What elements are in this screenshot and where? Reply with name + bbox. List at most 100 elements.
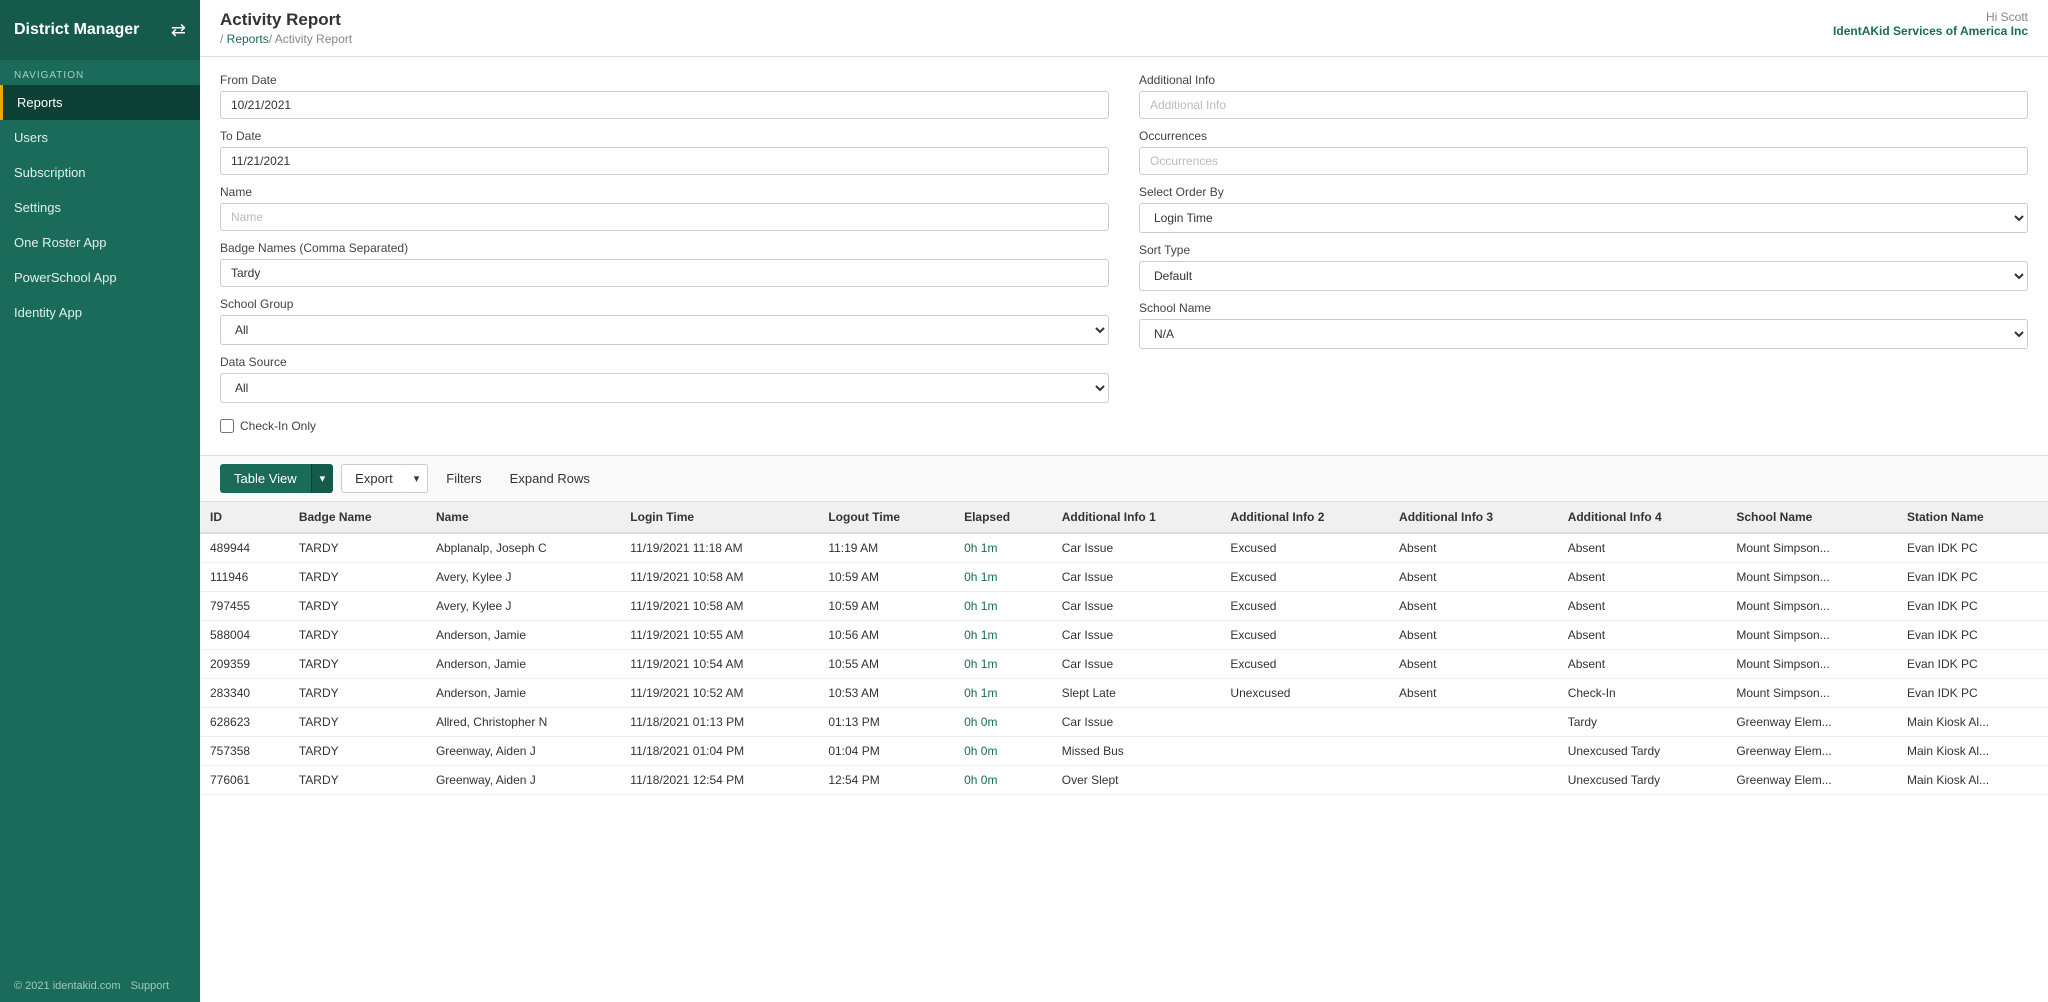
table-cell: 10:55 AM — [818, 650, 954, 679]
toolbar: Table View ▾ Export ▾ Filters Expand Row… — [200, 456, 2048, 502]
sidebar-item-settings[interactable]: Settings — [0, 190, 200, 225]
table-view-dropdown-button[interactable]: ▾ — [311, 464, 334, 493]
table-row[interactable]: 283340TARDYAnderson, Jamie11/19/2021 10:… — [200, 679, 2048, 708]
additional-info-input[interactable] — [1139, 91, 2028, 119]
filter-right-col: Additional Info Occurrences Select Order… — [1139, 73, 2028, 439]
table-row[interactable]: 588004TARDYAnderson, Jamie11/19/2021 10:… — [200, 621, 2048, 650]
table-cell: Excused — [1220, 533, 1389, 563]
table-cell: 0h 1m — [954, 563, 1052, 592]
table-cell: Excused — [1220, 621, 1389, 650]
table-cell: Evan IDK PC — [1897, 621, 2048, 650]
sidebar-toggle-icon[interactable]: ⇄ — [171, 20, 186, 41]
sidebar-item-one-roster-app[interactable]: One Roster App — [0, 225, 200, 260]
table-cell: 11/18/2021 12:54 PM — [620, 766, 818, 795]
table-cell: Car Issue — [1052, 533, 1221, 563]
table-cell: TARDY — [289, 621, 426, 650]
expand-rows-button[interactable]: Expand Rows — [500, 465, 600, 492]
sidebar-item-users[interactable]: Users — [0, 120, 200, 155]
school-name-label: School Name — [1139, 301, 2028, 315]
table-cell — [1220, 737, 1389, 766]
table-row[interactable]: 489944TARDYAbplanalp, Joseph C11/19/2021… — [200, 533, 2048, 563]
table-col-header: Name — [426, 502, 620, 533]
school-name-select[interactable]: N/A — [1139, 319, 2028, 349]
sidebar-nav-label: NAVIGATION — [0, 60, 200, 85]
table-cell: TARDY — [289, 650, 426, 679]
table-cell: Mount Simpson... — [1726, 679, 1897, 708]
breadcrumb-current: Activity Report — [275, 32, 352, 46]
topbar-left: Activity Report / Reports/ Activity Repo… — [220, 10, 352, 46]
activity-table: IDBadge NameNameLogin TimeLogout TimeEla… — [200, 502, 2048, 795]
table-col-header: Elapsed — [954, 502, 1052, 533]
table-cell: Mount Simpson... — [1726, 621, 1897, 650]
table-cell: Main Kiosk Al... — [1897, 766, 2048, 795]
table-header: IDBadge NameNameLogin TimeLogout TimeEla… — [200, 502, 2048, 533]
table-cell: 0h 1m — [954, 621, 1052, 650]
table-body: 489944TARDYAbplanalp, Joseph C11/19/2021… — [200, 533, 2048, 795]
filter-school-name-row: School Name N/A — [1139, 301, 2028, 349]
table-cell: Tardy — [1558, 708, 1727, 737]
sidebar: District Manager ⇄ NAVIGATION ReportsUse… — [0, 0, 200, 1002]
to-date-input[interactable] — [220, 147, 1109, 175]
sidebar-item-reports[interactable]: Reports — [0, 85, 200, 120]
badge-names-input[interactable] — [220, 259, 1109, 287]
export-button[interactable]: Export — [341, 464, 407, 493]
sidebar-item-identity-app[interactable]: Identity App — [0, 295, 200, 330]
occurrences-input[interactable] — [1139, 147, 2028, 175]
table-row[interactable]: 209359TARDYAnderson, Jamie11/19/2021 10:… — [200, 650, 2048, 679]
name-input[interactable] — [220, 203, 1109, 231]
table-row[interactable]: 757358TARDYGreenway, Aiden J11/18/2021 0… — [200, 737, 2048, 766]
breadcrumb-reports-link[interactable]: Reports — [227, 32, 269, 46]
from-date-input[interactable] — [220, 91, 1109, 119]
table-view-btn-group: Table View ▾ — [220, 464, 333, 493]
table-cell: TARDY — [289, 737, 426, 766]
table-row[interactable]: 111946TARDYAvery, Kylee J11/19/2021 10:5… — [200, 563, 2048, 592]
user-info: Hi Scott IdentAKid Services of America I… — [1833, 10, 2028, 38]
table-cell: Mount Simpson... — [1726, 563, 1897, 592]
table-row[interactable]: 797455TARDYAvery, Kylee J11/19/2021 10:5… — [200, 592, 2048, 621]
table-cell: 11/19/2021 10:55 AM — [620, 621, 818, 650]
table-cell: 10:59 AM — [818, 592, 954, 621]
school-group-select[interactable]: All — [220, 315, 1109, 345]
table-cell: Absent — [1389, 679, 1558, 708]
table-cell: TARDY — [289, 592, 426, 621]
table-col-header: Station Name — [1897, 502, 2048, 533]
table-col-header: Logout Time — [818, 502, 954, 533]
table-cell: Excused — [1220, 650, 1389, 679]
filter-additional-info-row: Additional Info — [1139, 73, 2028, 119]
table-cell: Absent — [1558, 621, 1727, 650]
table-row[interactable]: 628623TARDYAllred, Christopher N11/18/20… — [200, 708, 2048, 737]
sidebar-nav: ReportsUsersSubscriptionSettingsOne Rost… — [0, 85, 200, 330]
table-cell: 588004 — [200, 621, 289, 650]
check-in-only-checkbox[interactable] — [220, 419, 234, 433]
table-cell: Main Kiosk Al... — [1897, 708, 2048, 737]
page-title: Activity Report — [220, 10, 352, 30]
table-view-button[interactable]: Table View — [220, 464, 311, 493]
table-cell: Absent — [1558, 533, 1727, 563]
export-dropdown-button[interactable]: ▾ — [406, 464, 429, 493]
table-cell: Evan IDK PC — [1897, 650, 2048, 679]
filter-order-by-row: Select Order By Login Time — [1139, 185, 2028, 233]
table-cell: Car Issue — [1052, 650, 1221, 679]
sidebar-item-powerschool-app[interactable]: PowerSchool App — [0, 260, 200, 295]
table-cell: 11/18/2021 01:04 PM — [620, 737, 818, 766]
table-cell: Anderson, Jamie — [426, 679, 620, 708]
sidebar-item-subscription[interactable]: Subscription — [0, 155, 200, 190]
data-source-select[interactable]: All — [220, 373, 1109, 403]
table-cell: Unexcused Tardy — [1558, 737, 1727, 766]
table-cell: 797455 — [200, 592, 289, 621]
sort-type-select[interactable]: Default — [1139, 261, 2028, 291]
table-cell: Absent — [1389, 533, 1558, 563]
filters-button[interactable]: Filters — [436, 465, 491, 492]
table-cell: 0h 1m — [954, 592, 1052, 621]
sidebar-support-link[interactable]: Support — [131, 980, 170, 992]
table-cell: 01:13 PM — [818, 708, 954, 737]
table-cell: Avery, Kylee J — [426, 592, 620, 621]
order-by-select[interactable]: Login Time — [1139, 203, 2028, 233]
table-cell: 01:04 PM — [818, 737, 954, 766]
table-row[interactable]: 776061TARDYGreenway, Aiden J11/18/2021 1… — [200, 766, 2048, 795]
table-cell: Absent — [1558, 563, 1727, 592]
table-col-header: Additional Info 3 — [1389, 502, 1558, 533]
filter-sort-type-row: Sort Type Default — [1139, 243, 2028, 291]
table-cell: Evan IDK PC — [1897, 533, 2048, 563]
filter-to-date-row: To Date — [220, 129, 1109, 175]
